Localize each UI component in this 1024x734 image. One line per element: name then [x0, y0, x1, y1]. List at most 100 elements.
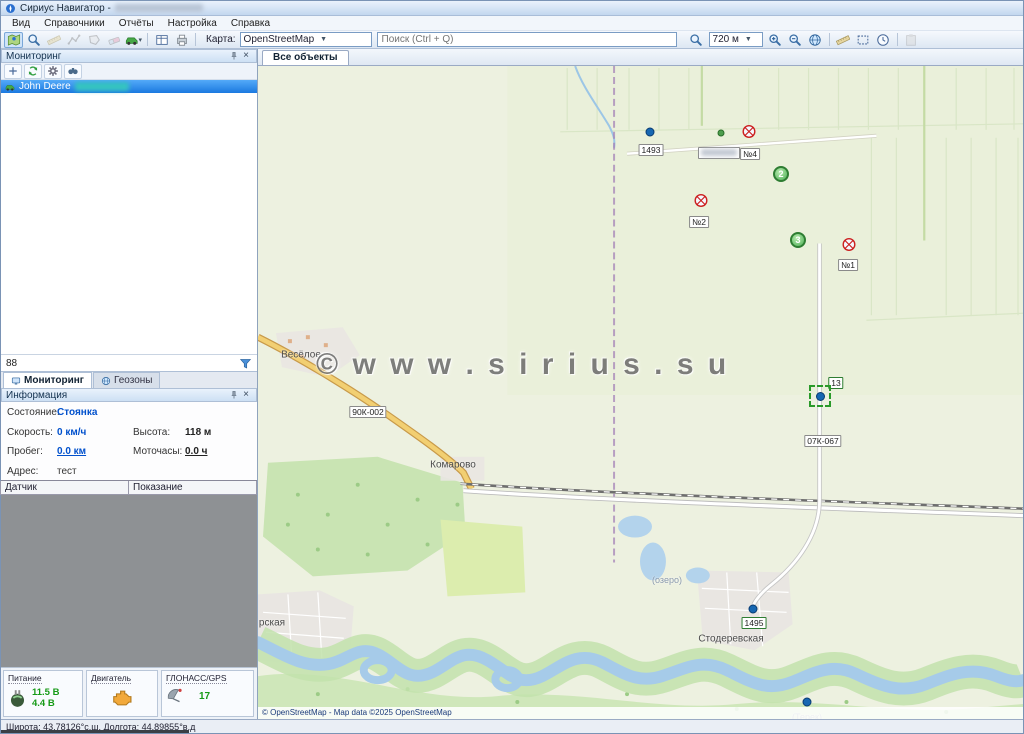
vehicle-label: John Deere — [19, 81, 71, 92]
power-icon — [8, 689, 27, 708]
tab-all-objects[interactable]: Все объекты — [262, 50, 349, 65]
map-marker-crossed[interactable] — [694, 194, 708, 211]
no-entry-icon — [742, 125, 756, 139]
funnel-icon — [239, 357, 252, 370]
ruler-icon — [47, 33, 61, 47]
select-area-button[interactable] — [854, 32, 873, 48]
cluster-badge[interactable]: 2 — [773, 166, 789, 182]
place-label-komarovo: Комарово — [430, 460, 476, 471]
vehicle-tree: John Deere — [1, 80, 257, 354]
place-label-stoderevskaya: Стодеревская — [698, 634, 763, 645]
map-select-label: Карта: — [206, 34, 236, 45]
menu-nastroika[interactable]: Настройка — [161, 17, 224, 30]
measure-button[interactable] — [834, 32, 853, 48]
car-icon — [125, 33, 138, 47]
sensor-table-body — [1, 495, 257, 667]
ruler-tool-button[interactable] — [44, 32, 63, 48]
table-view-button[interactable] — [152, 32, 171, 48]
map-canvas[interactable]: 1493 №4 2 №2 3 №1 13 07К-067 90К-002 Вес… — [258, 66, 1023, 719]
pin-panel-button[interactable] — [228, 389, 240, 401]
map-scale-select[interactable]: 720 м▼ — [709, 32, 763, 47]
no-entry-icon — [842, 238, 856, 252]
clipboard-button[interactable] — [902, 32, 921, 48]
map-object-dot[interactable] — [803, 698, 812, 707]
gps-widget: ГЛОНАСС/GPS 17 — [161, 670, 254, 717]
map-object-dot[interactable] — [749, 605, 758, 614]
add-object-button[interactable] — [4, 64, 22, 79]
menu-vid[interactable]: Вид — [5, 17, 37, 30]
map-object-dot — [816, 392, 825, 401]
magnifier-icon — [689, 33, 703, 47]
speed-label: Скорость: — [7, 427, 57, 438]
altitude-label: Высота: — [133, 427, 185, 438]
filter-button[interactable] — [236, 356, 254, 371]
tab-geozones[interactable]: Геозоны — [93, 372, 161, 388]
select-area-icon — [856, 33, 870, 47]
refresh-button[interactable] — [24, 64, 42, 79]
eraser-tool-button[interactable] — [104, 32, 123, 48]
main-toolbar: ▾ Карта: OpenStreetMap▼ 720 м▼ — [1, 31, 1023, 49]
monitoring-toolbar — [1, 63, 257, 80]
vehicle-row-selected[interactable]: John Deere — [1, 80, 257, 93]
polyline-tool-button[interactable] — [64, 32, 83, 48]
settings-button[interactable] — [44, 64, 62, 79]
printer-icon — [175, 33, 189, 47]
road-sign-1493: 1493 — [639, 144, 664, 156]
vehicle-id-redacted — [75, 82, 129, 91]
pin-panel-button[interactable] — [228, 50, 240, 62]
tab-monitoring[interactable]: Мониторинг — [3, 372, 92, 388]
menubar: Вид Справочники Отчёты Настройка Справка — [1, 16, 1023, 31]
map-object-dot[interactable] — [718, 130, 725, 137]
print-button[interactable] — [172, 32, 191, 48]
map-mode-button[interactable] — [4, 32, 23, 48]
zoom-in-button[interactable] — [766, 32, 785, 48]
map-label-redacted — [698, 147, 740, 159]
zoom-out-button[interactable] — [786, 32, 805, 48]
hours-value[interactable]: 0.0 ч — [185, 446, 251, 457]
marker-label-n4: №4 — [740, 148, 760, 160]
world-view-button[interactable] — [806, 32, 825, 48]
map-object-dot[interactable] — [646, 128, 655, 137]
mileage-value[interactable]: 0.0 км — [57, 446, 133, 457]
map-geography — [258, 66, 1023, 719]
power-voltage-1: 11.5 В — [32, 687, 59, 698]
zoom-in-icon — [768, 33, 782, 47]
polygon-tool-button[interactable] — [84, 32, 103, 48]
filter-input[interactable] — [4, 358, 236, 369]
refresh-icon — [27, 65, 39, 77]
menu-spravka[interactable]: Справка — [224, 17, 277, 30]
history-button[interactable] — [874, 32, 893, 48]
chevron-down-icon: ▼ — [745, 36, 752, 43]
clipboard-icon — [904, 33, 918, 47]
eraser-icon — [107, 33, 121, 47]
mileage-label: Пробег: — [7, 446, 57, 457]
engine-widget: Двигатель — [86, 670, 158, 717]
no-entry-icon — [694, 194, 708, 208]
map-marker-crossed[interactable] — [842, 238, 856, 255]
search-button[interactable] — [24, 32, 43, 48]
map-marker-crossed[interactable] — [742, 125, 756, 142]
track-object-button[interactable] — [64, 64, 82, 79]
speed-value: 0 км/ч — [57, 427, 133, 438]
zoom-out-icon — [788, 33, 802, 47]
close-panel-button[interactable]: × — [240, 50, 252, 62]
selected-object-marker[interactable] — [809, 385, 831, 407]
zoom-select-button[interactable] — [687, 32, 706, 48]
window-title-redacted — [115, 4, 203, 12]
vehicle-tool-button[interactable]: ▾ — [124, 32, 143, 48]
menu-otchety[interactable]: Отчёты — [112, 17, 161, 30]
menu-spravochniki[interactable]: Справочники — [37, 17, 112, 30]
search-icon — [27, 33, 41, 47]
search-input[interactable] — [377, 32, 677, 47]
pushpin-icon — [229, 51, 239, 61]
close-panel-button[interactable]: × — [240, 389, 252, 401]
app-icon — [5, 3, 16, 14]
state-label: Состояние: — [7, 407, 57, 418]
map-area: Все объекты — [258, 49, 1023, 719]
cluster-badge[interactable]: 3 — [790, 232, 806, 248]
screen-edge-artifact — [1, 730, 189, 733]
map-provider-select[interactable]: OpenStreetMap▼ — [240, 32, 372, 47]
road-sign-90k002: 90К-002 — [349, 406, 386, 418]
polyline-icon — [67, 33, 81, 47]
watermark: © w w w . s i r i u s . s u — [316, 348, 729, 382]
